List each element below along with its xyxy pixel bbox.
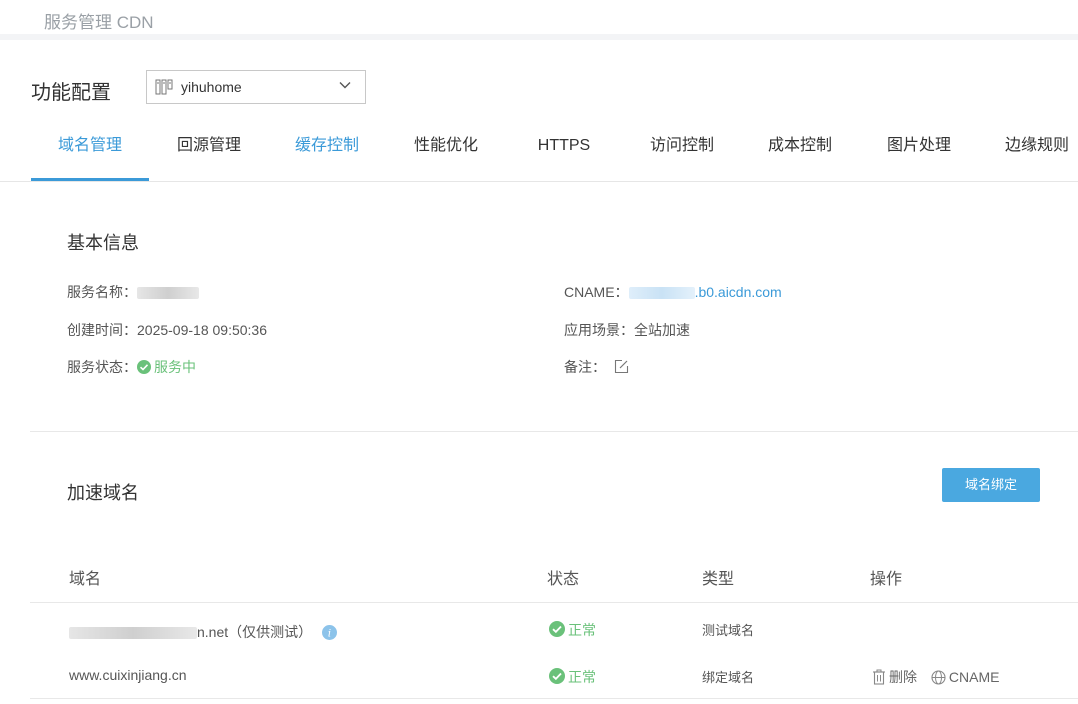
status-text: 正常 [568, 669, 596, 685]
service-name-redacted [137, 287, 199, 300]
tab-origin-management[interactable]: 回源管理 [150, 122, 268, 181]
tab-domain-management[interactable]: 域名管理 [31, 122, 149, 181]
tab-cost-control[interactable]: 成本控制 [741, 122, 859, 181]
svg-text:i: i [328, 629, 331, 640]
check-circle-icon [549, 621, 565, 637]
chevron-down-icon [339, 82, 351, 89]
cname-label: CNAME [948, 669, 1000, 685]
tab-image-processing[interactable]: 图片处理 [860, 122, 978, 181]
cname-value[interactable]: .b0.aicdn.com [695, 284, 782, 300]
config-label: 功能配置 [31, 82, 111, 104]
basic-info-title: 基本信息 [67, 233, 139, 253]
bind-domain-button[interactable]: 域名绑定 [942, 468, 1040, 502]
column-type: 类型 [702, 571, 735, 588]
table-row-operations: 删除 CNAME [872, 667, 999, 687]
cname-label: CNAME： [564, 284, 629, 300]
service-select[interactable]: yihuhome [146, 70, 366, 104]
tab-performance[interactable]: 性能优化 [387, 122, 505, 181]
scene-value: 全站加速 [634, 322, 690, 338]
table-bottom-divider [30, 698, 1078, 699]
column-domain: 域名 [69, 571, 102, 588]
service-name-row: 服务名称： [67, 282, 199, 302]
cname-button[interactable]: CNAME [931, 669, 1000, 685]
trash-icon [873, 669, 885, 685]
table-row-type: 绑定域名 [702, 670, 755, 685]
table-row-domain: www.cuixinjiang.cn [69, 667, 187, 683]
column-status: 状态 [547, 571, 580, 588]
status-value: 服务中 [154, 359, 196, 375]
remark-label: 备注： [564, 359, 606, 375]
table-row-type: 测试域名 [702, 623, 755, 638]
cname-redacted [628, 287, 695, 300]
section-divider [30, 431, 1078, 432]
tab-access-control[interactable]: 访问控制 [623, 122, 741, 181]
domains-title: 加速域名 [67, 483, 139, 503]
check-circle-icon [137, 360, 151, 374]
cname-row: CNAME： .b0.aicdn.com [564, 282, 782, 302]
breadcrumb: 服务管理 CDN [44, 13, 154, 32]
table-row-status: 正常 [549, 620, 596, 640]
status-text: 正常 [568, 622, 596, 638]
created-value: 2025-09-18 09:50:36 [137, 322, 267, 338]
check-circle-icon [549, 668, 565, 684]
top-bar: 服务管理 CDN [0, 0, 1078, 40]
tab-edge-rules[interactable]: 边缘规则 [978, 122, 1078, 181]
column-operation: 操作 [870, 571, 903, 588]
table-header-divider [30, 602, 1078, 603]
status-label: 服务状态： [67, 359, 137, 375]
tab-https[interactable]: HTTPS [505, 122, 623, 181]
scene-row: 应用场景：全站加速 [564, 320, 690, 340]
status-row: 服务状态： 服务中 [67, 357, 196, 377]
created-label: 创建时间： [67, 322, 137, 338]
created-row: 创建时间：2025-09-18 09:50:36 [67, 320, 267, 340]
info-icon[interactable]: i [322, 625, 338, 640]
delete-button[interactable]: 删除 [872, 667, 917, 687]
table-row-status: 正常 [549, 667, 596, 687]
tab-cache-control[interactable]: 缓存控制 [268, 122, 386, 181]
service-select-value: yihuhome [181, 79, 242, 95]
scene-label: 应用场景： [564, 322, 634, 338]
edit-icon[interactable] [614, 359, 629, 374]
domain-redacted [69, 627, 197, 640]
service-name-label: 服务名称： [67, 284, 137, 300]
globe-icon [931, 670, 946, 685]
tab-bar: 域名管理 回源管理 缓存控制 性能优化 HTTPS 访问控制 成本控制 图片处理… [0, 122, 1078, 182]
service-icon [155, 79, 173, 95]
remark-row: 备注： [564, 357, 629, 377]
table-row-domain: n.net（仅供测试） i [69, 622, 338, 642]
delete-label: 删除 [889, 669, 917, 685]
domain-suffix: n.net（仅供测试） [197, 624, 313, 640]
